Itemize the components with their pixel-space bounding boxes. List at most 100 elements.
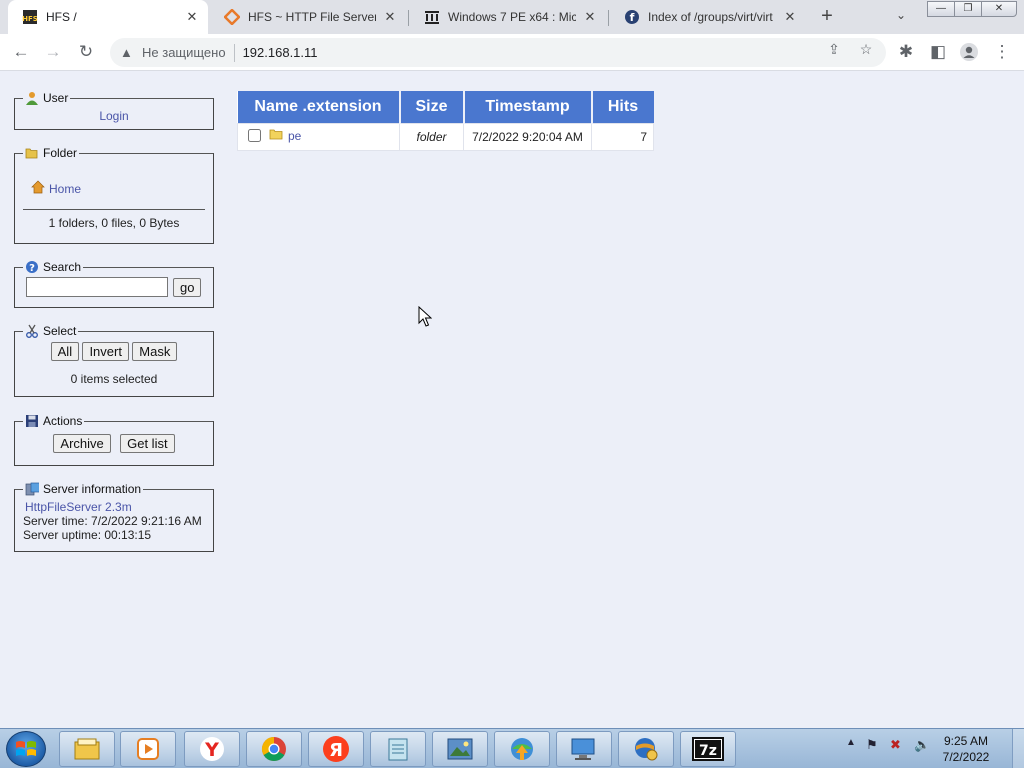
tab-fedora[interactable]: f Index of /groups/virt/virt ✕ — [610, 0, 806, 34]
taskbar-explorer[interactable] — [59, 731, 115, 767]
close-icon[interactable]: ✕ — [382, 9, 398, 25]
taskbar-media-player[interactable] — [120, 731, 176, 767]
profile-icon[interactable] — [959, 42, 979, 62]
side-panel-icon[interactable]: ◧ — [928, 42, 948, 62]
yandex-icon: Я — [323, 736, 349, 762]
user-panel: User Login — [14, 91, 214, 130]
warning-icon: ▲ — [120, 45, 133, 60]
tab-separator — [608, 10, 609, 26]
server-time: Server time: 7/2/2022 9:21:16 AM — [23, 514, 202, 528]
user-legend-label: User — [43, 91, 69, 105]
search-panel: ? Search go — [14, 260, 214, 308]
invert-button[interactable]: Invert — [82, 342, 129, 361]
scissors-icon — [25, 324, 39, 338]
home-icon — [31, 180, 45, 197]
select-legend-label: Select — [43, 324, 77, 338]
table-header-row: Name .extension Size Timestamp Hits — [237, 91, 654, 123]
search-go-button[interactable]: go — [173, 277, 202, 297]
svg-text:7z: 7z — [699, 743, 717, 759]
maximize-button[interactable]: ❐ — [954, 1, 982, 17]
tab-search-icon[interactable]: ⌄ — [896, 8, 906, 22]
server-software-link[interactable]: HttpFileServer 2.3m — [25, 500, 205, 514]
new-tab-button[interactable]: + — [817, 6, 837, 26]
extensions-icon[interactable]: ✱ — [896, 42, 916, 62]
back-icon[interactable]: ← — [11, 42, 31, 62]
show-desktop-button[interactable] — [1012, 729, 1024, 768]
home-link[interactable]: Home — [49, 182, 81, 196]
save-icon — [25, 414, 39, 428]
computer-icon — [571, 738, 595, 760]
open-folder-icon — [25, 146, 39, 160]
taskbar-network-tool[interactable] — [618, 731, 674, 767]
clock-time: 9:25 AM — [943, 734, 989, 748]
close-icon[interactable]: ✕ — [184, 9, 200, 25]
taskbar-yandex[interactable]: Я — [308, 731, 364, 767]
taskbar-notepad[interactable] — [370, 731, 426, 767]
forward-icon[interactable]: → — [43, 42, 63, 62]
search-input[interactable] — [26, 277, 168, 297]
volume-icon[interactable]: 🔈 — [914, 737, 930, 753]
share-icon[interactable]: ⇪ — [825, 40, 843, 58]
network-status-icon[interactable]: ✖ — [890, 737, 901, 753]
close-icon[interactable]: ✕ — [582, 9, 598, 25]
minimize-button[interactable]: — — [927, 1, 955, 17]
archive-button[interactable]: Archive — [53, 434, 111, 453]
folder-summary: 1 folders, 0 files, 0 Bytes — [48, 216, 180, 230]
search-legend: ? Search — [23, 260, 83, 274]
tray-overflow-icon[interactable]: ▲ — [846, 737, 856, 748]
help-icon: ? — [25, 260, 39, 274]
tab-hfs-site[interactable]: HFS ~ HTTP File Server d ✕ — [210, 0, 406, 34]
media-player-icon — [137, 738, 159, 760]
menu-icon[interactable]: ⋮ — [992, 42, 1012, 62]
reload-icon[interactable]: ↻ — [76, 42, 96, 62]
star-icon[interactable]: ☆ — [857, 40, 875, 58]
hfs-icon: HFS — [22, 9, 38, 25]
get-list-button[interactable]: Get list — [120, 434, 175, 453]
system-clock[interactable]: 9:25 AM 7/2/2022 — [936, 733, 996, 765]
window-close-button[interactable]: ✕ — [981, 1, 1017, 17]
taskbar-photo-viewer[interactable] — [432, 731, 488, 767]
notepad-icon — [388, 738, 408, 761]
tab-title: HFS ~ HTTP File Server d — [248, 10, 376, 24]
column-size[interactable]: Size — [399, 91, 465, 123]
explorer-icon — [74, 738, 100, 760]
tab-archive[interactable]: Windows 7 PE x64 : Micr ✕ — [410, 0, 606, 34]
windows-taskbar: Y Я 7z ▲ ⚑ ✖ 🔈 9:25 AM 7/2/2022 — [0, 728, 1024, 768]
taskbar-yandex-browser[interactable]: Y — [184, 731, 240, 767]
hfs-orange-icon — [224, 9, 240, 25]
folder-icon — [269, 128, 283, 143]
user-legend: User — [23, 91, 70, 105]
yandex-browser-icon: Y — [200, 737, 224, 761]
table-row: pe folder 7/2/2022 9:20:04 AM 7 — [237, 122, 654, 151]
action-center-icon[interactable]: ⚑ — [866, 737, 878, 753]
login-link[interactable]: Login — [99, 109, 128, 123]
folder-legend-label: Folder — [43, 146, 78, 160]
chrome-icon — [261, 737, 286, 762]
tab-title: Index of /groups/virt/virt — [648, 10, 773, 24]
column-hits[interactable]: Hits — [591, 91, 654, 123]
column-timestamp[interactable]: Timestamp — [463, 91, 593, 123]
tab-hfs[interactable]: HFS HFS / ✕ — [8, 0, 208, 34]
column-name[interactable]: Name .extension — [237, 91, 401, 123]
taskbar-remote-desktop[interactable] — [556, 731, 612, 767]
start-button[interactable] — [6, 731, 46, 767]
taskbar-chrome[interactable] — [246, 731, 302, 767]
taskbar-7zip[interactable]: 7z — [680, 731, 736, 767]
address-bar[interactable]: ▲ Не защищено 192.168.1.11 — [110, 38, 886, 67]
actions-panel: Actions Archive Get list — [14, 414, 214, 466]
mask-button[interactable]: Mask — [132, 342, 178, 361]
name-cell: pe — [237, 122, 400, 151]
select-all-button[interactable]: All — [50, 342, 80, 361]
hits-cell: 7 — [591, 122, 654, 151]
url-text[interactable]: 192.168.1.11 — [243, 45, 318, 60]
taskbar-idm[interactable] — [494, 731, 550, 767]
svg-text:Y: Y — [204, 739, 219, 761]
folder-link[interactable]: pe — [288, 129, 301, 143]
server-icon — [25, 482, 39, 496]
select-panel: Select All Invert Mask 0 items selected — [14, 324, 214, 397]
tab-title: Windows 7 PE x64 : Micr — [448, 10, 576, 24]
folder-divider — [23, 209, 205, 210]
row-checkbox[interactable] — [248, 129, 261, 142]
close-icon[interactable]: ✕ — [782, 9, 798, 25]
server-info-panel: Server information HttpFileServer 2.3m S… — [14, 482, 214, 552]
